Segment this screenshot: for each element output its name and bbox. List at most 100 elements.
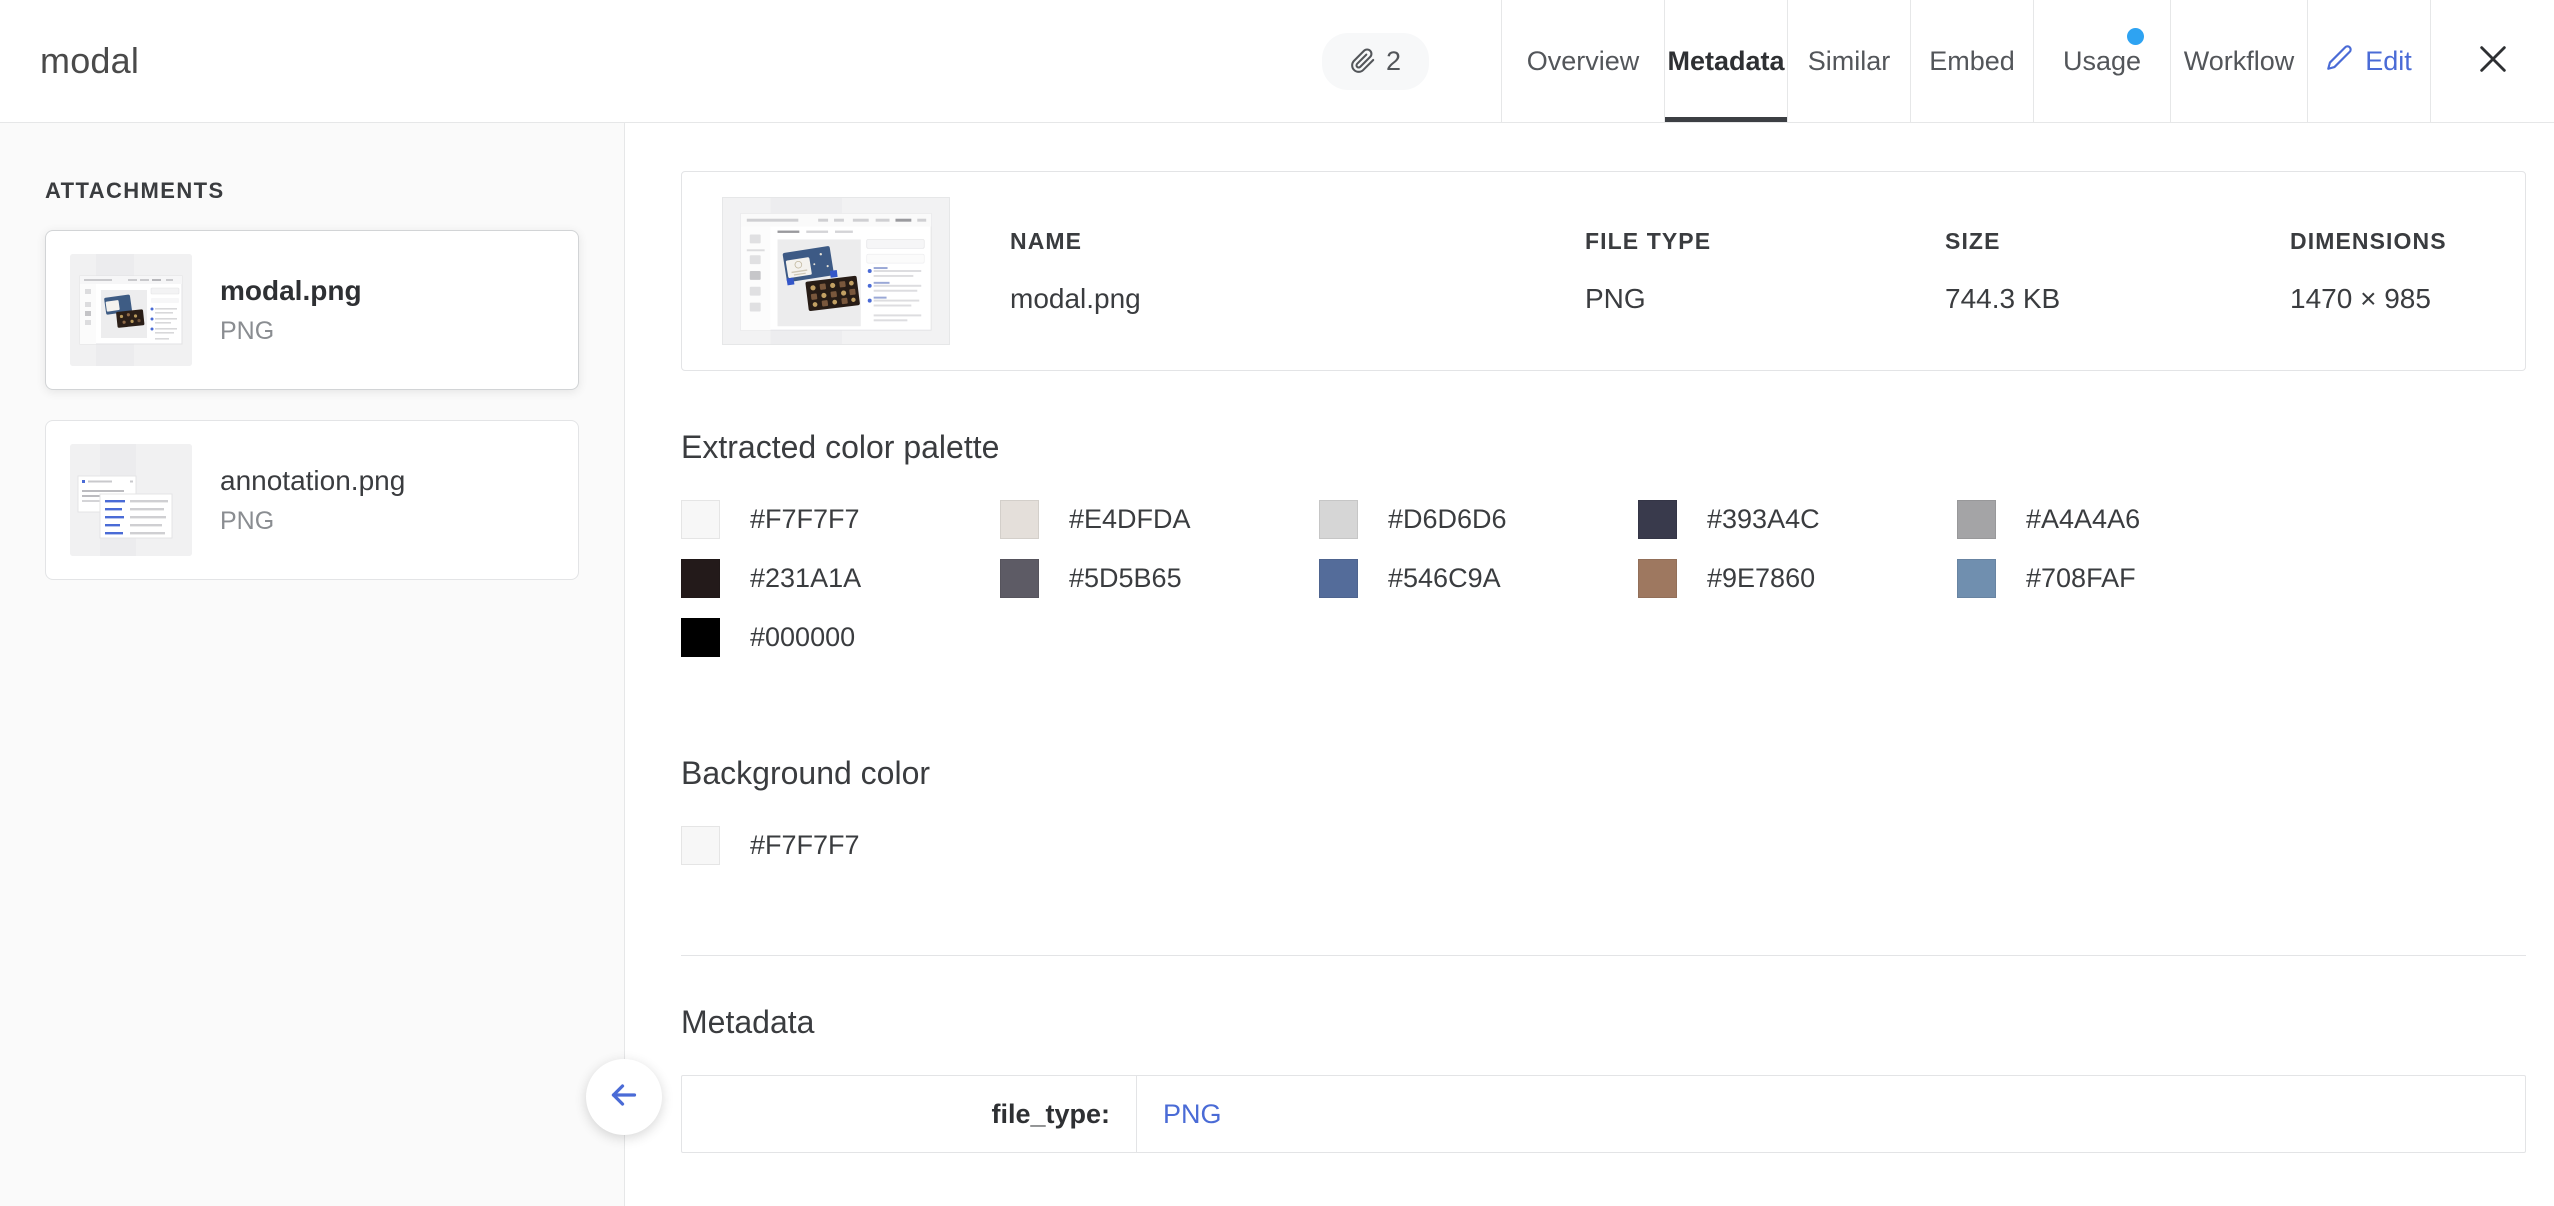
palette-section: Extracted color palette #F7F7F7 #E4DFDA #D…: [681, 429, 2526, 677]
palette-title: Extracted color palette: [681, 429, 1000, 465]
usage-notification-dot: [2127, 28, 2144, 45]
color-swatch-chip: [1000, 500, 1039, 539]
attachment-meta: annotation.png PNG: [220, 465, 405, 536]
tab-similar-label: Similar: [1807, 45, 1891, 76]
pencil-icon: [2326, 44, 2353, 78]
modal-body: ATTACHMENTS modal.png PNG annotation.png…: [0, 123, 2554, 1206]
color-swatch[interactable]: #546C9A: [1319, 559, 1638, 598]
file-summary-card: NAME modal.png FILE TYPE PNG SIZE 744.3 …: [681, 171, 2526, 371]
color-swatch-chip: [681, 826, 720, 865]
color-swatch-chip: [1957, 559, 1996, 598]
field-name-value: modal.png: [1010, 282, 1141, 314]
field-dimensions-value: 1470 × 985: [2290, 282, 2431, 314]
metadata-panel: NAME modal.png FILE TYPE PNG SIZE 744.3 …: [625, 123, 2554, 1206]
field-size-value: 744.3 KB: [1945, 282, 2061, 314]
color-swatch[interactable]: #231A1A: [681, 559, 1000, 598]
color-swatch-label: #546C9A: [1388, 563, 1501, 593]
attachment-count-badge[interactable]: 2: [1321, 32, 1429, 90]
color-swatch[interactable]: #A4A4A6: [1957, 500, 2276, 539]
color-swatch-label: #F7F7F7: [750, 830, 860, 860]
color-swatch[interactable]: #9E7860: [1638, 559, 1957, 598]
attachment-thumbnail: [70, 254, 192, 366]
field-size-label: SIZE: [1945, 227, 2001, 254]
attachments-sidebar: ATTACHMENTS modal.png PNG annotation.png…: [0, 123, 662, 1206]
file-preview-thumbnail: [722, 197, 950, 345]
close-icon: [2476, 42, 2510, 81]
arrow-left-icon: [606, 1077, 642, 1118]
edit-button[interactable]: Edit: [2307, 0, 2430, 122]
attachment-type: PNG: [220, 316, 275, 345]
color-swatch-chip: [681, 500, 720, 539]
metadata-table: file_type: PNG: [681, 1075, 2526, 1153]
tab-metadata-label: Metadata: [1667, 45, 1785, 76]
background-color-section: Background color #F7F7F7: [681, 755, 2526, 885]
color-swatch-chip: [1638, 500, 1677, 539]
attachment-meta: modal.png PNG: [220, 275, 362, 346]
paperclip-icon: [1350, 48, 1376, 74]
tab-usage-label: Usage: [2062, 45, 2142, 76]
tab-embed[interactable]: Embed: [1910, 0, 2033, 122]
color-swatch[interactable]: #000000: [681, 618, 1000, 657]
color-swatch[interactable]: #393A4C: [1638, 500, 1957, 539]
attachment-badge-area: 2: [830, 0, 1501, 122]
tab-similar[interactable]: Similar: [1787, 0, 1910, 122]
tab-workflow[interactable]: Workflow: [2170, 0, 2307, 122]
section-divider: [681, 955, 2526, 956]
metadata-section: Metadata file_type: PNG: [681, 1004, 2526, 1153]
attachment-item-annotation[interactable]: annotation.png PNG: [45, 420, 579, 580]
color-swatch-label: #231A1A: [750, 563, 862, 593]
field-dimensions: DIMENSIONS 1470 × 985: [2290, 228, 2554, 315]
color-swatch-label: #000000: [750, 622, 856, 652]
color-swatch-chip: [1638, 559, 1677, 598]
attachment-type: PNG: [220, 506, 275, 535]
color-swatch-label: #9E7860: [1707, 563, 1816, 593]
attachment-name: annotation.png: [220, 464, 406, 496]
color-swatch-chip: [1000, 559, 1039, 598]
color-swatch-chip: [1319, 559, 1358, 598]
tab-bar: Overview Metadata Similar Embed Usage Wo…: [1501, 0, 2554, 122]
metadata-row: file_type: PNG: [682, 1076, 2525, 1152]
tab-metadata[interactable]: Metadata: [1664, 0, 1787, 122]
color-swatch-chip: [1957, 500, 1996, 539]
tab-overview[interactable]: Overview: [1501, 0, 1664, 122]
color-swatch-label: #A4A4A6: [2026, 504, 2141, 534]
color-swatch-label: #E4DFDA: [1069, 504, 1191, 534]
color-swatch[interactable]: #F7F7F7: [681, 500, 1000, 539]
attachments-heading: ATTACHMENTS: [45, 178, 225, 203]
color-swatch-chip: [1319, 500, 1358, 539]
field-name: NAME modal.png: [1010, 228, 1585, 315]
color-swatch[interactable]: #F7F7F7: [681, 826, 860, 865]
tab-embed-label: Embed: [1929, 45, 2015, 76]
field-dimensions-label: DIMENSIONS: [2290, 227, 2447, 254]
background-color-title: Background color: [681, 755, 931, 791]
color-swatch-chip: [681, 559, 720, 598]
attachment-count: 2: [1385, 45, 1401, 76]
field-file-type-value: PNG: [1585, 282, 1646, 314]
attachment-item-modal[interactable]: modal.png PNG: [45, 230, 579, 390]
back-button[interactable]: [586, 1059, 662, 1135]
metadata-key: file_type:: [682, 1076, 1137, 1152]
modal-header: modal 2 Overview Metadata Similar Embed …: [0, 0, 2554, 123]
field-file-type: FILE TYPE PNG: [1585, 228, 1945, 315]
field-size: SIZE 744.3 KB: [1945, 228, 2290, 315]
color-swatch-label: #5D5B65: [1069, 563, 1182, 593]
background-swatches: #F7F7F7: [681, 826, 2526, 885]
tab-usage[interactable]: Usage: [2033, 0, 2170, 122]
color-swatch[interactable]: #E4DFDA: [1000, 500, 1319, 539]
color-swatch-label: #393A4C: [1707, 504, 1820, 534]
close-button[interactable]: [2430, 0, 2554, 122]
color-swatch[interactable]: #708FAF: [1957, 559, 2276, 598]
tab-workflow-label: Workflow: [2183, 45, 2295, 76]
color-swatch[interactable]: #D6D6D6: [1319, 500, 1638, 539]
asset-detail-modal: modal 2 Overview Metadata Similar Embed …: [0, 0, 2554, 1206]
field-name-label: NAME: [1010, 227, 1083, 254]
metadata-value[interactable]: PNG: [1137, 1076, 2525, 1152]
edit-label: Edit: [2365, 45, 2412, 76]
attachment-thumbnail: [70, 444, 192, 556]
color-swatch[interactable]: #5D5B65: [1000, 559, 1319, 598]
page-title: modal: [40, 40, 140, 81]
color-swatch-chip: [681, 618, 720, 657]
tab-overview-label: Overview: [1526, 45, 1640, 76]
attachment-name: modal.png: [220, 274, 362, 306]
file-fields: NAME modal.png FILE TYPE PNG SIZE 744.3 …: [1010, 228, 2554, 315]
